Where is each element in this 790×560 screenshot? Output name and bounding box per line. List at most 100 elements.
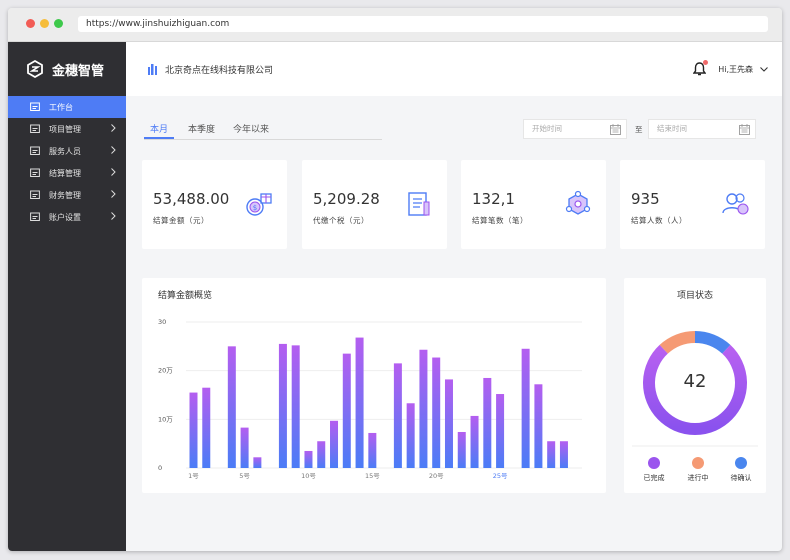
finance-icon bbox=[30, 190, 40, 200]
bar[interactable] bbox=[432, 357, 441, 468]
donut-segment[interactable] bbox=[694, 331, 731, 354]
building-icon bbox=[148, 63, 157, 75]
sidebar-item-label: 结算管理 bbox=[49, 168, 81, 178]
maximize-window-button[interactable] bbox=[54, 19, 63, 28]
x-tick-label: 15号 bbox=[365, 472, 380, 480]
bar[interactable] bbox=[534, 384, 543, 468]
sidebar-item[interactable]: 项目管理 bbox=[8, 118, 126, 140]
bar[interactable] bbox=[202, 387, 211, 468]
bar[interactable] bbox=[444, 379, 453, 468]
calendar-icon bbox=[610, 124, 621, 135]
stat-value: 132,1 bbox=[472, 190, 515, 208]
user-name: Hi,王先森 bbox=[718, 65, 753, 74]
stat-card-count[interactable]: 132,1 结算笔数（笔） bbox=[461, 160, 606, 249]
period-tab[interactable]: 本月 bbox=[144, 122, 175, 139]
document-icon bbox=[408, 192, 430, 216]
bar[interactable] bbox=[483, 377, 492, 468]
bar[interactable] bbox=[355, 337, 364, 468]
period-tab[interactable]: 本季度 bbox=[182, 122, 221, 139]
sidebar-nav: 工作台项目管理服务人员结算管理财务管理账户设置 bbox=[8, 96, 126, 228]
url-bar[interactable]: https://www.jinshuizhiguan.com bbox=[78, 16, 768, 32]
x-tick-label: 10号 bbox=[301, 472, 316, 480]
x-tick-label: 20号 bbox=[429, 472, 444, 480]
bar[interactable] bbox=[278, 343, 287, 468]
period-tab[interactable]: 今年以来 bbox=[227, 122, 275, 139]
legend-item[interactable]: 已完成 bbox=[634, 457, 674, 483]
bar[interactable] bbox=[457, 431, 466, 468]
legend-item[interactable]: 待确认 bbox=[721, 457, 761, 483]
app-name: 金穗智管 bbox=[52, 63, 105, 79]
minimize-window-button[interactable] bbox=[40, 19, 49, 28]
bar[interactable] bbox=[559, 441, 568, 468]
people-icon bbox=[722, 193, 749, 215]
bar[interactable] bbox=[470, 415, 479, 468]
bar[interactable] bbox=[291, 345, 300, 468]
chevron-right-icon bbox=[111, 146, 116, 156]
bar[interactable] bbox=[393, 363, 402, 468]
sidebar-item[interactable]: 服务人员 bbox=[8, 140, 126, 162]
period-tabs: 本月 本季度 今年以来 bbox=[144, 122, 382, 140]
sidebar-item[interactable]: 账户设置 bbox=[8, 206, 126, 228]
stat-card-amount[interactable]: 53,488.00 结算金额（元） $ bbox=[142, 160, 287, 249]
project-status-panel: 项目状态 42 已完成 进行中 待确认 bbox=[624, 278, 766, 493]
bar[interactable] bbox=[330, 420, 339, 468]
sidebar-item-label: 工作台 bbox=[49, 102, 73, 112]
stat-card-people[interactable]: 935 结算人数（人） bbox=[620, 160, 765, 249]
sidebar-item-label: 项目管理 bbox=[49, 124, 81, 134]
y-tick-label: 10万 bbox=[158, 415, 173, 423]
company-label: 北京奇点在线科技有限公司 bbox=[165, 65, 274, 76]
sidebar-item[interactable]: 财务管理 bbox=[8, 184, 126, 206]
legend-dot bbox=[648, 457, 660, 469]
bar[interactable] bbox=[317, 441, 326, 468]
bar[interactable] bbox=[253, 457, 262, 468]
dashboard-icon bbox=[30, 102, 40, 112]
chevron-right-icon bbox=[111, 212, 116, 222]
bar[interactable] bbox=[521, 348, 530, 468]
user-menu[interactable]: Hi,王先森 bbox=[718, 64, 768, 75]
close-window-button[interactable] bbox=[26, 19, 35, 28]
legend-dot bbox=[735, 457, 747, 469]
donut-segment[interactable] bbox=[659, 331, 696, 354]
start-date-input[interactable]: 开始时间 bbox=[523, 119, 627, 139]
stat-label: 结算人数（人） bbox=[631, 216, 687, 225]
bar[interactable] bbox=[419, 349, 428, 468]
y-tick-label: 30 bbox=[158, 318, 166, 326]
browser-window: https://www.jinshuizhiguan.com 金穗智管 工作台项… bbox=[8, 8, 782, 551]
bar[interactable] bbox=[406, 403, 415, 468]
bar[interactable] bbox=[240, 427, 249, 468]
stat-label: 结算金额（元） bbox=[153, 216, 209, 225]
bar[interactable] bbox=[368, 432, 377, 468]
layers-icon bbox=[30, 124, 40, 134]
x-tick-label: 1号 bbox=[188, 472, 199, 480]
bar[interactable] bbox=[547, 441, 556, 468]
chevron-right-icon bbox=[111, 168, 116, 178]
notification-badge bbox=[703, 60, 708, 65]
account-icon bbox=[30, 212, 40, 222]
svg-text:$: $ bbox=[253, 204, 257, 212]
legend-label: 已完成 bbox=[643, 474, 665, 482]
legend-item[interactable]: 进行中 bbox=[678, 457, 718, 483]
stat-card-tax[interactable]: 5,209.28 代缴个税（元） bbox=[302, 160, 447, 249]
sidebar-item[interactable]: 结算管理 bbox=[8, 162, 126, 184]
bar[interactable] bbox=[227, 346, 236, 468]
legend-label: 进行中 bbox=[687, 474, 709, 482]
sidebar-item[interactable]: 工作台 bbox=[8, 96, 126, 118]
logo-icon bbox=[27, 60, 43, 78]
app-logo[interactable]: 金穗智管 bbox=[8, 42, 126, 96]
sidebar-item-label: 账户设置 bbox=[49, 212, 81, 222]
y-tick-label: 0 bbox=[158, 464, 162, 472]
legend-dot bbox=[692, 457, 704, 469]
settlement-icon bbox=[565, 190, 591, 215]
chevron-down-icon bbox=[760, 67, 768, 72]
chevron-right-icon bbox=[111, 124, 116, 134]
browser-chrome: https://www.jinshuizhiguan.com bbox=[8, 8, 782, 42]
bar[interactable] bbox=[496, 394, 505, 468]
bar[interactable] bbox=[189, 392, 198, 468]
bar[interactable] bbox=[342, 353, 351, 468]
y-tick-label: 20万 bbox=[158, 367, 173, 375]
end-date-input[interactable]: 结束时间 bbox=[648, 119, 756, 139]
stat-value: 5,209.28 bbox=[313, 190, 380, 208]
status-total: 42 bbox=[684, 371, 707, 392]
bar[interactable] bbox=[304, 450, 313, 468]
stat-label: 结算笔数（笔） bbox=[472, 216, 528, 225]
